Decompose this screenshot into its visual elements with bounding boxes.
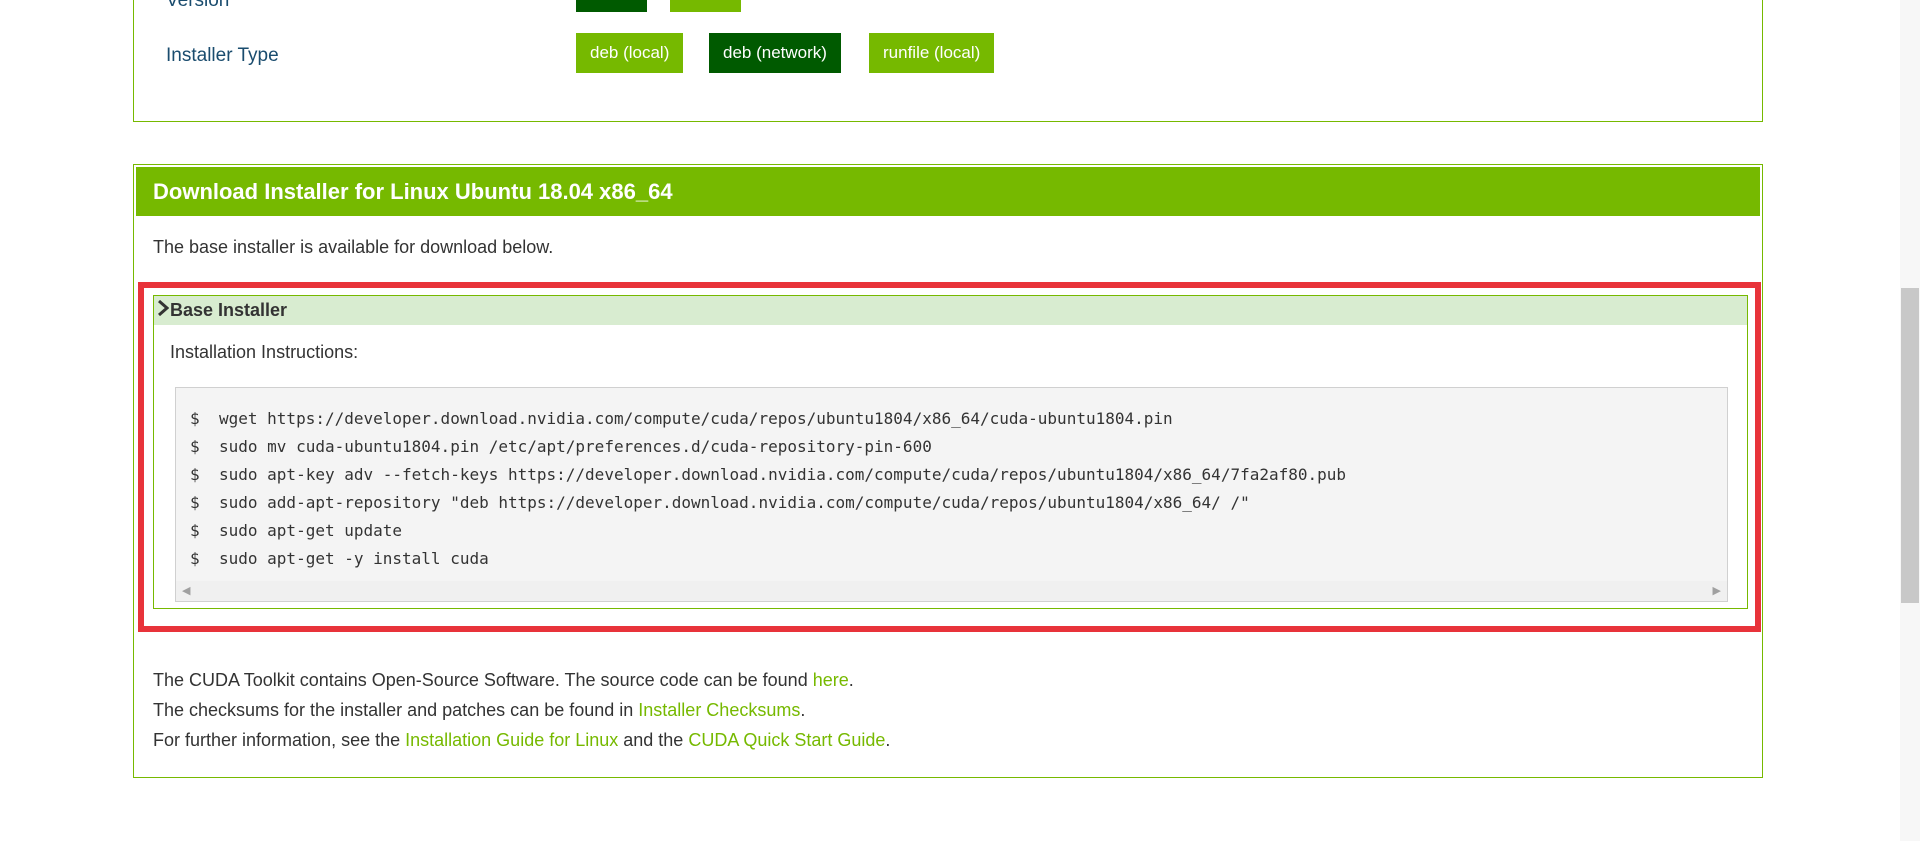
base-installer-title: Base Installer <box>170 300 288 320</box>
page-scrollbar[interactable] <box>1900 0 1920 841</box>
download-intro: The base installer is available for down… <box>153 237 554 257</box>
quick-start-guide-link[interactable]: CUDA Quick Start Guide <box>688 730 885 750</box>
command-text: sudo apt-get -y install cuda <box>219 549 489 568</box>
version-option-18-04[interactable]: 18.04 <box>576 0 647 12</box>
arrow-right-icon[interactable]: ▶ <box>1713 581 1721 601</box>
scrollbar-thumb[interactable] <box>1901 288 1919 603</box>
installer-type-deb-network[interactable]: deb (network) <box>709 33 841 73</box>
base-installer-section: Base Installer Installation Instructions… <box>153 295 1748 609</box>
base-installer-toggle[interactable]: Base Installer <box>154 296 1747 325</box>
horizontal-scrollbar[interactable]: ◀ ▶ <box>176 581 1727 601</box>
highlight-box: Base Installer Installation Instructions… <box>138 282 1761 632</box>
download-header: Download Installer for Linux Ubuntu 18.0… <box>136 167 1760 216</box>
installer-type-label: Installer Type <box>166 45 279 66</box>
code-line: $ sudo add-apt-repository "deb https://de… <box>190 493 1250 512</box>
installation-instructions-label: Installation Instructions: <box>170 342 359 362</box>
footer-line-source: The CUDA Toolkit contains Open-Source So… <box>153 670 854 690</box>
installation-guide-link[interactable]: Installation Guide for Linux <box>405 730 618 750</box>
code-line: $ wget https://developer.download.nvidia.… <box>190 409 1173 428</box>
command-text: sudo add-apt-repository "deb https://dev… <box>219 493 1250 512</box>
command-text: sudo mv cuda-ubuntu1804.pin /etc/apt/pre… <box>219 437 932 456</box>
command-text: sudo apt-get update <box>219 521 403 540</box>
command-text: sudo apt-key adv --fetch-keys https://de… <box>219 465 1347 484</box>
code-line: $ sudo apt-get update <box>190 521 403 540</box>
source-code-link[interactable]: here <box>813 670 849 690</box>
download-installer-panel: Download Installer for Linux Ubuntu 18.0… <box>133 164 1763 778</box>
version-option-20-04[interactable]: 20.04 <box>670 0 741 12</box>
version-label: Version <box>166 0 230 11</box>
command-text: wget https://developer.download.nvidia.c… <box>219 409 1173 428</box>
arrow-left-icon[interactable]: ◀ <box>182 581 190 601</box>
footer-line-checksums: The checksums for the installer and patc… <box>153 700 806 720</box>
chevron-right-icon <box>156 296 170 325</box>
installer-type-runfile-local[interactable]: runfile (local) <box>869 33 995 73</box>
code-line: $ sudo apt-get -y install cuda <box>190 549 489 568</box>
code-line: $ sudo mv cuda-ubuntu1804.pin /etc/apt/pr… <box>190 437 932 456</box>
installer-selector-panel: Version 18.04 20.04 Installer Type deb (… <box>133 0 1763 122</box>
code-block[interactable]: $ wget https://developer.download.nvidia.… <box>175 387 1728 602</box>
installer-type-deb-local[interactable]: deb (local) <box>576 33 684 73</box>
code-line: $ sudo apt-key adv --fetch-keys https://d… <box>190 465 1347 484</box>
installer-checksums-link[interactable]: Installer Checksums <box>638 700 800 720</box>
footer-line-guides: For further information, see the Install… <box>153 730 891 750</box>
